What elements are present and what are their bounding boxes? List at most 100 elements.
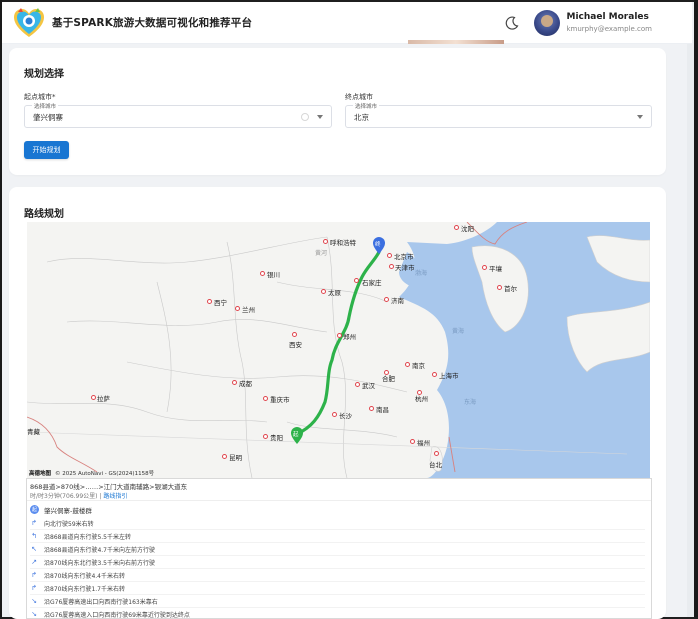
user-email: kmurphy@example.com — [566, 24, 652, 33]
route-detail-panel[interactable]: 868县道>870线>……>江门大道南辅路>银湖大道东 时/时3分钟(706.9… — [26, 478, 652, 619]
city-dot — [332, 412, 337, 417]
list-item[interactable]: ↘ 沿G76厦蓉高速入口向西南行驶69米靠近行驶到达终点 — [30, 608, 645, 618]
city-label: 西安 — [289, 341, 302, 349]
city-label: 太原 — [328, 289, 341, 297]
city-dot — [263, 396, 268, 401]
start-city-value: 肇兴侗寨 — [33, 113, 63, 122]
city-dot — [454, 225, 459, 230]
city-dot — [222, 454, 227, 459]
turn-arrow-icon: ↱ — [31, 571, 37, 579]
city-dot — [389, 264, 394, 269]
city-label: 长沙 — [339, 412, 352, 420]
city-dot — [387, 253, 392, 258]
end-city-label: 终点城市 — [345, 93, 373, 101]
sea-label: 黄海 — [452, 328, 465, 335]
city-label: 济南 — [391, 297, 404, 305]
start-city-legend: 选择城市 — [32, 102, 59, 110]
city-dot — [410, 439, 415, 444]
city-label: 北京市 — [394, 253, 414, 261]
city-label: 南京 — [412, 362, 425, 370]
city-label: 昆明 — [229, 454, 242, 462]
city-dot — [263, 434, 268, 439]
city-label: 重庆市 — [270, 396, 290, 404]
chevron-down-icon[interactable] — [637, 115, 643, 119]
region-label: 黄河 — [315, 250, 328, 257]
step-text: 沿868县道向东行驶5.5千米左转 — [44, 533, 131, 541]
start-city-select[interactable]: 选择城市 肇兴侗寨 — [24, 102, 332, 128]
start-city-label: 起点城市* — [24, 93, 56, 101]
turn-arrow-icon: ↘ — [31, 610, 37, 618]
turn-arrow-icon: ↰ — [31, 532, 37, 540]
map-attribution: 高德地图 © 2025 AutoNavi - GS(2024)1158号 — [29, 469, 154, 477]
step-text: 沿870线向东行驶4.4千米右转 — [44, 572, 125, 580]
plan-card-title: 规划选择 — [24, 69, 64, 80]
city-dot — [232, 380, 237, 385]
list-item[interactable]: ↘ 沿G76厦蓉高速出口向西南行驶163米靠右 — [30, 595, 645, 608]
city-dot — [321, 289, 326, 294]
step-text: 沿G76厦蓉高速出口向西南行驶163米靠右 — [44, 598, 158, 606]
city-label: 上海市 — [439, 372, 459, 380]
start-planning-button[interactable]: 开始规划 — [24, 141, 69, 159]
top-header: 基于SPARK旅游大数据可视化和推荐平台 Michael Morales kmu… — [2, 2, 692, 44]
segment-header[interactable]: 起 肇兴侗寨-鼓楼群 — [30, 504, 92, 515]
city-label: 天津市 — [395, 264, 415, 272]
city-dot — [355, 382, 360, 387]
header-actions: Michael Morales kmurphy@example.com — [504, 9, 652, 36]
divider — [27, 500, 651, 501]
city-label: 杭州 — [415, 395, 428, 403]
city-label: 台北 — [429, 461, 442, 469]
city-label: 贵阳 — [270, 434, 283, 442]
list-item[interactable]: ↱ 沿870线向东行驶4.4千米右转 — [30, 569, 645, 582]
site-logo[interactable] — [12, 6, 46, 40]
user-avatar[interactable] — [534, 9, 561, 36]
region-label: 青藏 — [27, 428, 40, 436]
map-copyright: © 2025 AutoNavi - GS(2024)1158号 — [55, 471, 155, 477]
window-border-right — [694, 0, 698, 619]
city-label: 郑州 — [343, 333, 356, 341]
logo-heart-icon — [14, 7, 44, 37]
route-guide-link[interactable]: 路线指引 — [103, 493, 127, 500]
start-point-icon: 起 — [30, 505, 39, 514]
list-item[interactable]: ↰ 沿868县道向东行驶5.5千米左转 — [30, 530, 645, 543]
list-item[interactable]: ↗ 沿870线向东北行驶3.5千米向右前方行驶 — [30, 556, 645, 569]
city-label: 福州 — [417, 439, 430, 447]
route-meta: 时/时3分钟(706.99公里) | 路线指引 — [30, 491, 127, 500]
city-label: 西宁 — [214, 299, 227, 307]
end-city-value: 北京 — [354, 113, 369, 122]
city-label: 兰州 — [242, 306, 255, 314]
chevron-down-icon[interactable] — [317, 115, 323, 119]
page-scrollbar[interactable] — [687, 40, 694, 617]
city-dot — [405, 362, 410, 367]
list-item[interactable]: ↱ 向北行驶59米右转 — [30, 517, 645, 530]
city-dot — [91, 395, 96, 400]
site-title: 基于SPARK旅游大数据可视化和推荐平台 — [52, 17, 253, 29]
route-steps: ↱ 向北行驶59米右转 ↰ 沿868县道向东行驶5.5千米左转 ↖ 沿868县道向东行… — [30, 517, 645, 618]
city-dot — [497, 285, 502, 290]
user-name: Michael Morales — [566, 11, 649, 22]
list-item[interactable]: ↖ 沿868县道向东行驶4.7千米向左前方行驶 — [30, 543, 645, 556]
city-dot — [260, 271, 265, 276]
plan-card: 规划选择 起点城市* 选择城市 肇兴侗寨 终点城市 选择城市 北京 开始规划 — [9, 48, 666, 175]
moon-icon[interactable] — [504, 15, 520, 31]
city-dot — [482, 265, 487, 270]
list-item[interactable]: ↱ 沿870线向东行驶1.7千米右转 — [30, 582, 645, 595]
city-dot — [384, 297, 389, 302]
route-card: 路线规划 起 终 沈阳 呼和浩特 北京市 天津市 银川 太原 石家庄 平壤 首尔… — [9, 187, 666, 619]
turn-arrow-icon: ↖ — [31, 545, 37, 553]
city-label: 沈阳 — [461, 225, 474, 233]
map-base — [27, 222, 650, 478]
app-window: 基于SPARK旅游大数据可视化和推荐平台 Michael Morales kmu… — [0, 0, 698, 619]
route-summary: 868县道>870线>……>江门大道南辅路>银湖大道东 — [30, 483, 188, 491]
city-label: 武汉 — [362, 382, 375, 390]
end-city-select[interactable]: 选择城市 北京 — [345, 102, 652, 128]
window-border-left — [0, 0, 2, 619]
turn-arrow-icon: ↱ — [31, 584, 37, 592]
city-dot — [432, 372, 437, 377]
route-map[interactable]: 起 终 沈阳 呼和浩特 北京市 天津市 银川 太原 石家庄 平壤 首尔 西宁 兰… — [27, 222, 650, 478]
city-label: 平壤 — [489, 265, 502, 273]
city-dot — [337, 333, 342, 338]
banner-image-strip — [408, 40, 504, 44]
turn-arrow-icon: ↗ — [31, 558, 37, 566]
user-info[interactable]: Michael Morales kmurphy@example.com — [566, 12, 652, 33]
route-start-marker-label: 起 — [293, 432, 299, 438]
